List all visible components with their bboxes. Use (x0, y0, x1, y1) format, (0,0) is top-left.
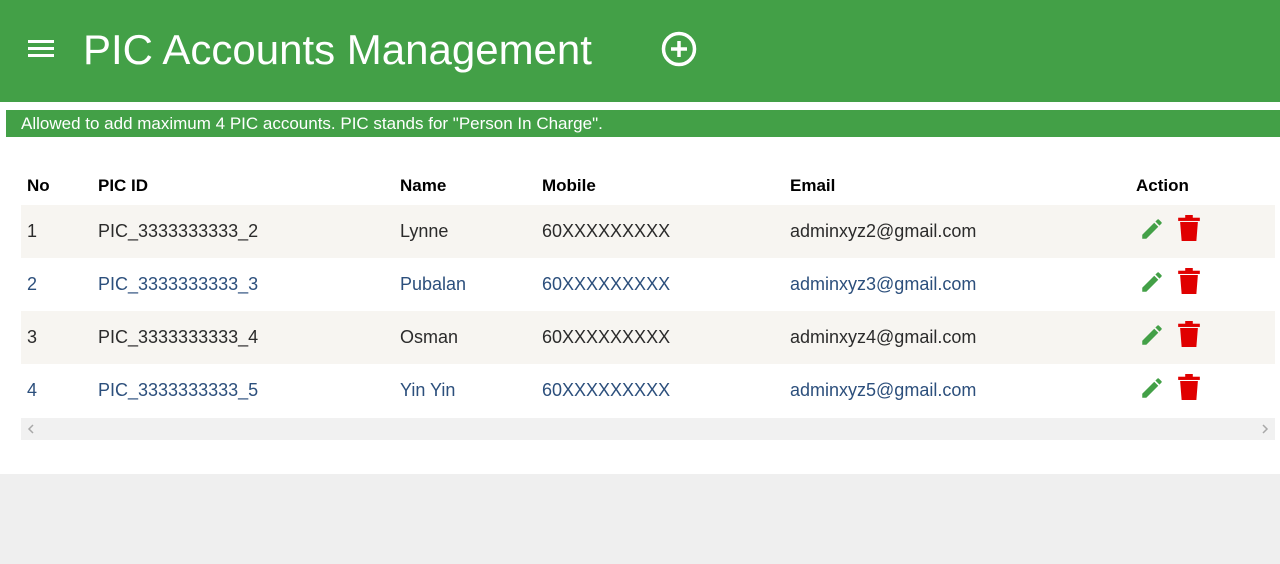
hamburger-menu-icon[interactable] (28, 38, 54, 60)
page-title: PIC Accounts Management (83, 26, 592, 73)
cell-mobile: 60XXXXXXXXX (542, 327, 671, 347)
cell-name: Yin Yin (400, 380, 456, 400)
pic-accounts-table: No PIC ID Name Mobile Email Action 1 PIC… (21, 170, 1275, 417)
content-card: Allowed to add maximum 4 PIC accounts. P… (0, 102, 1280, 474)
column-header-name[interactable]: Name (400, 176, 446, 196)
cell-email: adminxyz5@gmail.com (790, 380, 977, 400)
cell-name: Osman (400, 327, 459, 347)
table-row[interactable]: 4 PIC_3333333333_5 Yin Yin 60XXXXXXXXX a… (21, 364, 1275, 417)
cell-name: Lynne (400, 221, 449, 241)
pencil-edit-icon[interactable] (1139, 216, 1165, 242)
column-header-no[interactable]: No (27, 176, 50, 196)
trash-delete-icon[interactable] (1178, 268, 1200, 294)
chevron-left-icon[interactable] (25, 423, 37, 435)
pencil-edit-icon[interactable] (1139, 322, 1165, 348)
cell-mobile: 60XXXXXXXXX (542, 380, 671, 400)
cell-no: 3 (27, 327, 38, 347)
cell-name: Pubalan (400, 274, 467, 294)
table-row[interactable]: 1 PIC_3333333333_2 Lynne 60XXXXXXXXX adm… (21, 205, 1275, 258)
horizontal-scrollbar[interactable] (21, 418, 1275, 440)
cell-email: adminxyz4@gmail.com (790, 327, 977, 347)
column-header-mobile[interactable]: Mobile (542, 176, 596, 196)
trash-delete-icon[interactable] (1178, 374, 1200, 400)
table-row[interactable]: 2 PIC_3333333333_3 Pubalan 60XXXXXXXXX a… (21, 258, 1275, 311)
cell-pic-id: PIC_3333333333_4 (98, 327, 259, 347)
pencil-edit-icon[interactable] (1139, 269, 1165, 295)
column-header-pic-id[interactable]: PIC ID (98, 176, 148, 196)
add-circle-icon[interactable] (660, 30, 698, 68)
cell-no: 1 (27, 221, 38, 241)
pic-limit-notice: Allowed to add maximum 4 PIC accounts. P… (6, 110, 1280, 137)
column-header-action: Action (1136, 176, 1189, 195)
table-row[interactable]: 3 PIC_3333333333_4 Osman 60XXXXXXXXX adm… (21, 311, 1275, 364)
chevron-right-icon[interactable] (1259, 423, 1271, 435)
cell-mobile: 60XXXXXXXXX (542, 274, 671, 294)
table-header-row: No PIC ID Name Mobile Email Action (21, 170, 1275, 205)
cell-no: 4 (27, 380, 38, 400)
cell-pic-id: PIC_3333333333_2 (98, 221, 259, 241)
app-header: PIC Accounts Management (0, 0, 1280, 102)
cell-pic-id: PIC_3333333333_3 (98, 274, 259, 294)
trash-delete-icon[interactable] (1178, 215, 1200, 241)
cell-email: adminxyz3@gmail.com (790, 274, 977, 294)
cell-no: 2 (27, 274, 38, 294)
cell-pic-id: PIC_3333333333_5 (98, 380, 259, 400)
cell-mobile: 60XXXXXXXXX (542, 221, 671, 241)
cell-email: adminxyz2@gmail.com (790, 221, 977, 241)
trash-delete-icon[interactable] (1178, 321, 1200, 347)
pencil-edit-icon[interactable] (1139, 375, 1165, 401)
column-header-email[interactable]: Email (790, 176, 835, 196)
